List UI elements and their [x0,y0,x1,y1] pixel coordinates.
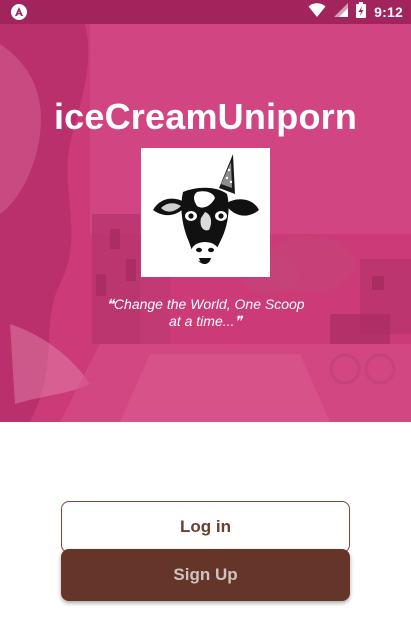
battery-icon [356,1,367,23]
status-icons: 9:12 [308,0,403,24]
tagline-quote: ❝Change the World, One Scoop at a time..… [106,296,305,329]
unicorn-cow-logo-icon [141,148,270,277]
signup-button[interactable]: Sign Up [61,549,350,601]
app-title: iceCreamUniporn [53,96,358,137]
cell-signal-icon [334,2,349,22]
app-logo [141,148,270,277]
app-notification-icon [10,3,28,21]
status-bar: 9:12 [0,0,411,24]
wifi-icon [308,2,326,22]
hero-banner: iceCreamUniporn ❝Change the World, One S… [0,24,411,422]
status-time: 9:12 [374,4,403,20]
app-screen: 9:12 iceCreamUniporn ❝Change the World, … [0,0,411,633]
login-button[interactable]: Log in [61,501,350,553]
